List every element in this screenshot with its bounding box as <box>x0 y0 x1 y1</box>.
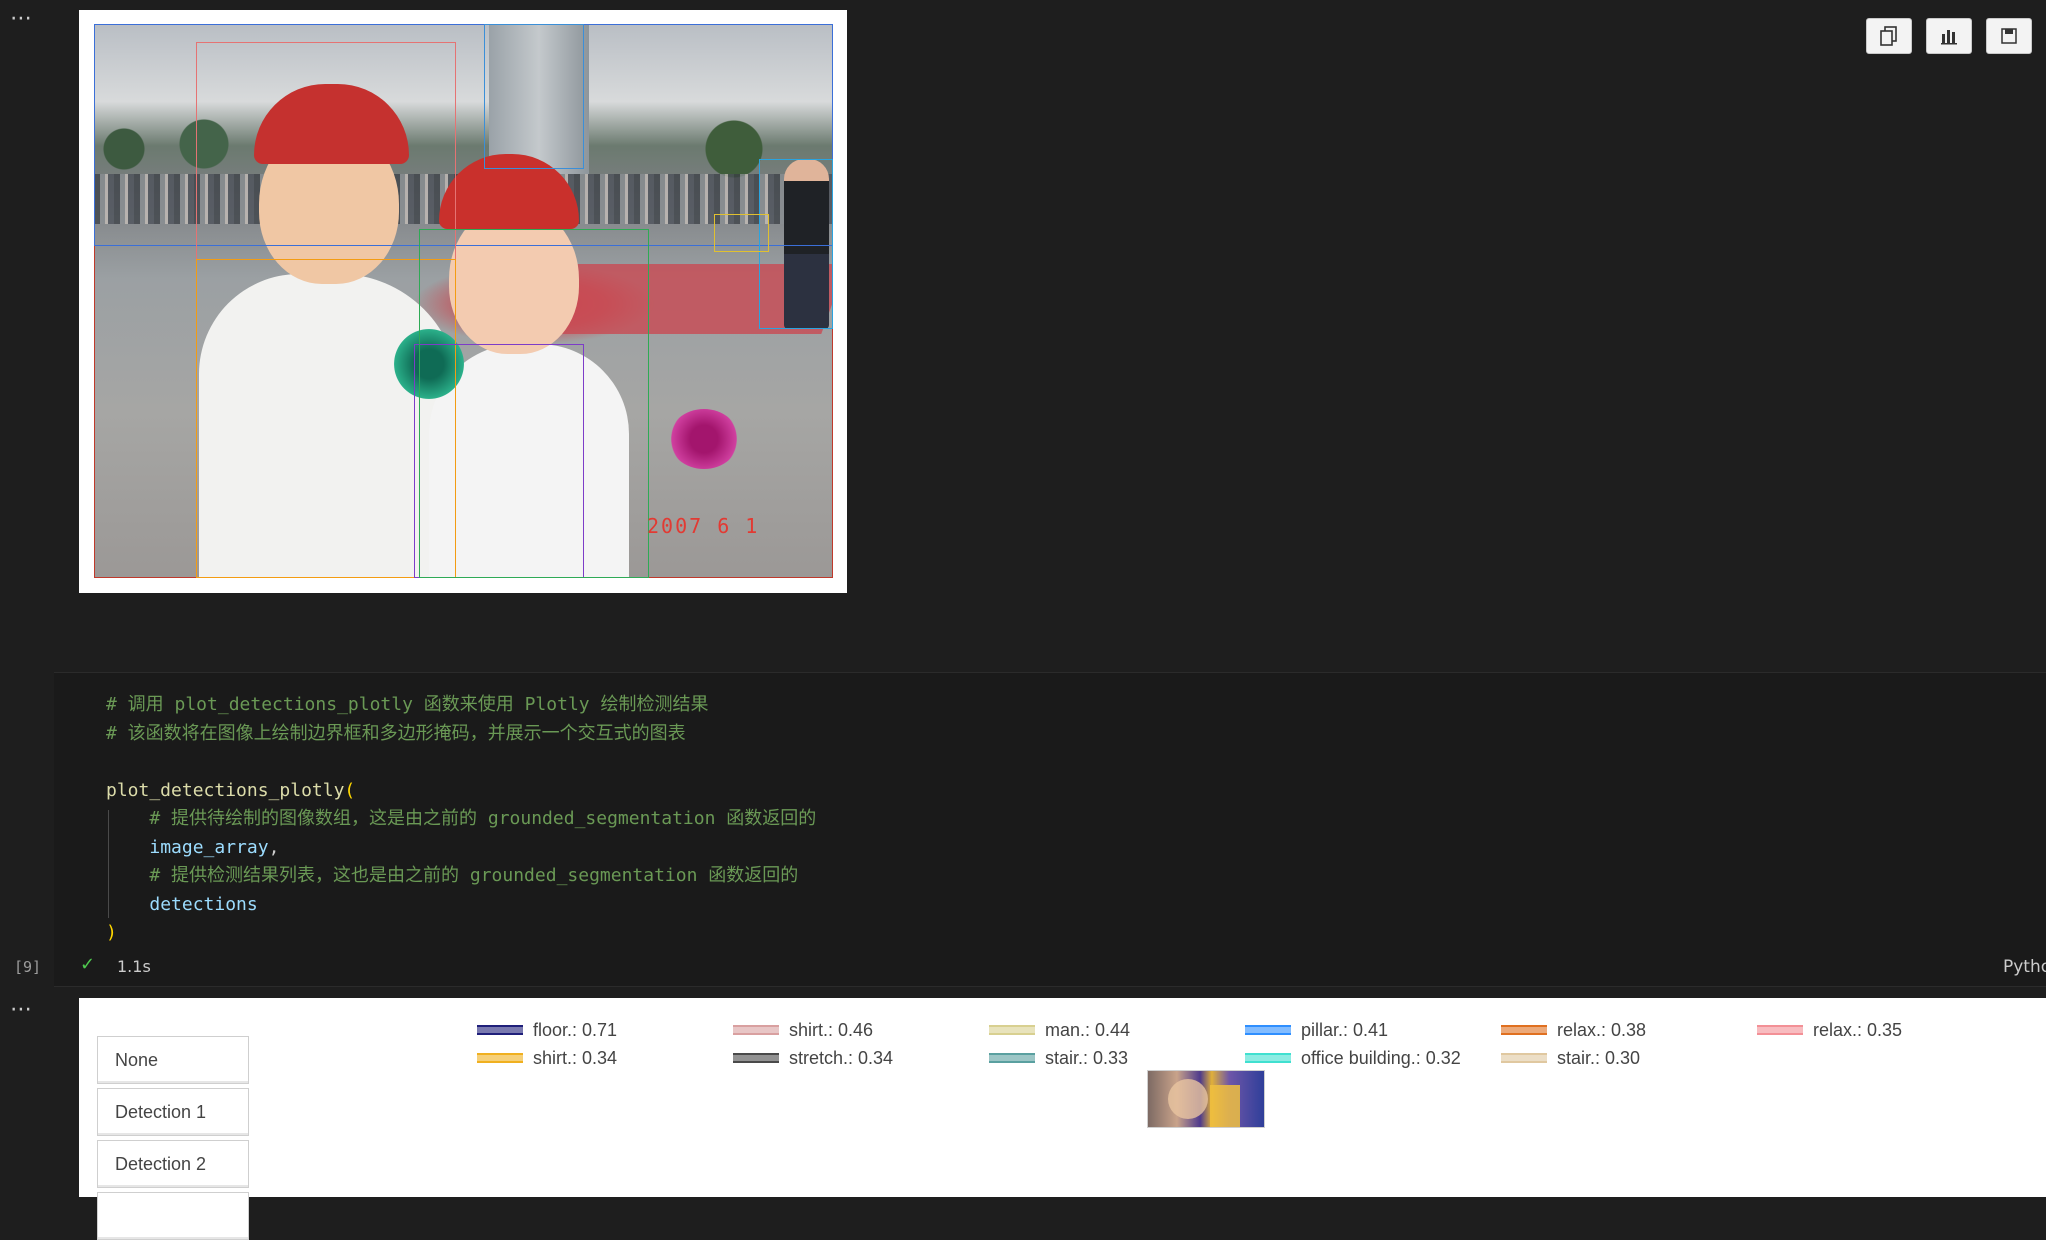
legend-swatch <box>733 1053 779 1063</box>
legend-label: shirt.: 0.34 <box>533 1047 618 1068</box>
chart-icon[interactable] <box>1926 18 1972 54</box>
save-icon[interactable] <box>1986 18 2032 54</box>
execution-count: [9] <box>14 958 42 976</box>
date-stamp: 2007 6 1 <box>647 514 760 538</box>
code-comment: # 提供检测结果列表，这也是由之前的 grounded_segmentation… <box>149 865 799 886</box>
function-call: plot_detections_plotly <box>106 779 345 801</box>
checkmark-icon: ✓ <box>80 954 96 975</box>
plotly-output: None Detection 1 Detection 2 floor.: 0.7… <box>79 998 2046 1240</box>
image-output: 2007 6 1 <box>79 10 847 593</box>
legend-label: man.: 0.44 <box>1045 1019 1131 1040</box>
bounding-box <box>714 214 769 252</box>
detection-image: 2007 6 1 <box>94 24 833 578</box>
open-paren: ( <box>344 779 356 801</box>
more-actions-icon[interactable]: ⋯ <box>10 999 33 1021</box>
legend-item[interactable]: relax.: 0.35 <box>1757 1018 1902 1042</box>
button-none[interactable]: None <box>97 1036 249 1084</box>
legend-item[interactable]: office building.: 0.32 <box>1245 1046 1461 1070</box>
argument-image-array: image_array <box>149 836 269 858</box>
code-comment: # 该函数将在图像上绘制边界框和多边形掩码，并展示一个交互式的图表 <box>106 722 686 744</box>
kernel-language[interactable]: Python <box>2003 957 2046 977</box>
legend-label: floor.: 0.71 <box>533 1019 618 1040</box>
legend-swatch <box>1757 1025 1803 1035</box>
legend-swatch <box>989 1025 1035 1035</box>
code-comment: # 调用 plot_detections_plotly 函数来使用 Plotly… <box>106 694 709 715</box>
plot-image-thumbnail[interactable] <box>1147 1070 1265 1128</box>
legend-label: relax.: 0.38 <box>1557 1019 1647 1040</box>
legend-label: stretch.: 0.34 <box>789 1047 894 1068</box>
legend-swatch <box>477 1053 523 1063</box>
argument-detections: detections <box>149 893 258 915</box>
legend-swatch <box>1501 1025 1547 1035</box>
bounding-box <box>759 159 833 329</box>
button-detection-3[interactable] <box>97 1192 249 1240</box>
legend-label: stair.: 0.30 <box>1557 1047 1641 1068</box>
legend-label: relax.: 0.35 <box>1813 1019 1903 1040</box>
indent-guide <box>108 810 109 918</box>
legend-swatch <box>989 1053 1035 1063</box>
button-detection-1[interactable]: Detection 1 <box>97 1088 249 1136</box>
legend-item[interactable]: pillar.: 0.41 <box>1245 1018 1388 1042</box>
legend-item[interactable]: man.: 0.44 <box>989 1018 1130 1042</box>
copy-icon[interactable] <box>1866 18 1912 54</box>
legend-item[interactable]: floor.: 0.71 <box>477 1018 617 1042</box>
close-paren: ) <box>106 922 117 943</box>
bounding-box <box>484 24 584 169</box>
bounding-box <box>419 229 649 578</box>
legend-swatch <box>1245 1053 1291 1063</box>
button-detection-2[interactable]: Detection 2 <box>97 1140 249 1188</box>
legend-swatch <box>477 1025 523 1035</box>
legend-label: pillar.: 0.41 <box>1301 1019 1389 1040</box>
execution-time: 1.1s <box>117 957 151 976</box>
legend-item[interactable]: stair.: 0.33 <box>989 1046 1128 1070</box>
code-cell[interactable]: # 调用 plot_detections_plotly 函数来使用 Plotly… <box>54 672 2046 987</box>
more-actions-icon[interactable]: ⋯ <box>10 8 33 30</box>
legend-item[interactable]: stair.: 0.30 <box>1501 1046 1640 1070</box>
legend-item[interactable]: stretch.: 0.34 <box>733 1046 893 1070</box>
legend-label: shirt.: 0.46 <box>789 1019 874 1040</box>
legend-swatch <box>1245 1025 1291 1035</box>
legend-item[interactable]: relax.: 0.38 <box>1501 1018 1646 1042</box>
legend-swatch <box>1501 1053 1547 1063</box>
legend-label: office building.: 0.32 <box>1301 1047 1461 1068</box>
code-comment: # 提供待绘制的图像数组，这是由之前的 grounded_segmentatio… <box>149 808 817 829</box>
legend-item[interactable]: shirt.: 0.34 <box>477 1046 617 1070</box>
legend-item[interactable]: shirt.: 0.46 <box>733 1018 873 1042</box>
code-editor[interactable]: # 调用 plot_detections_plotly 函数来使用 Plotly… <box>106 691 816 948</box>
legend-label: stair.: 0.33 <box>1045 1047 1129 1068</box>
legend-swatch <box>733 1025 779 1035</box>
comma: , <box>268 836 280 858</box>
